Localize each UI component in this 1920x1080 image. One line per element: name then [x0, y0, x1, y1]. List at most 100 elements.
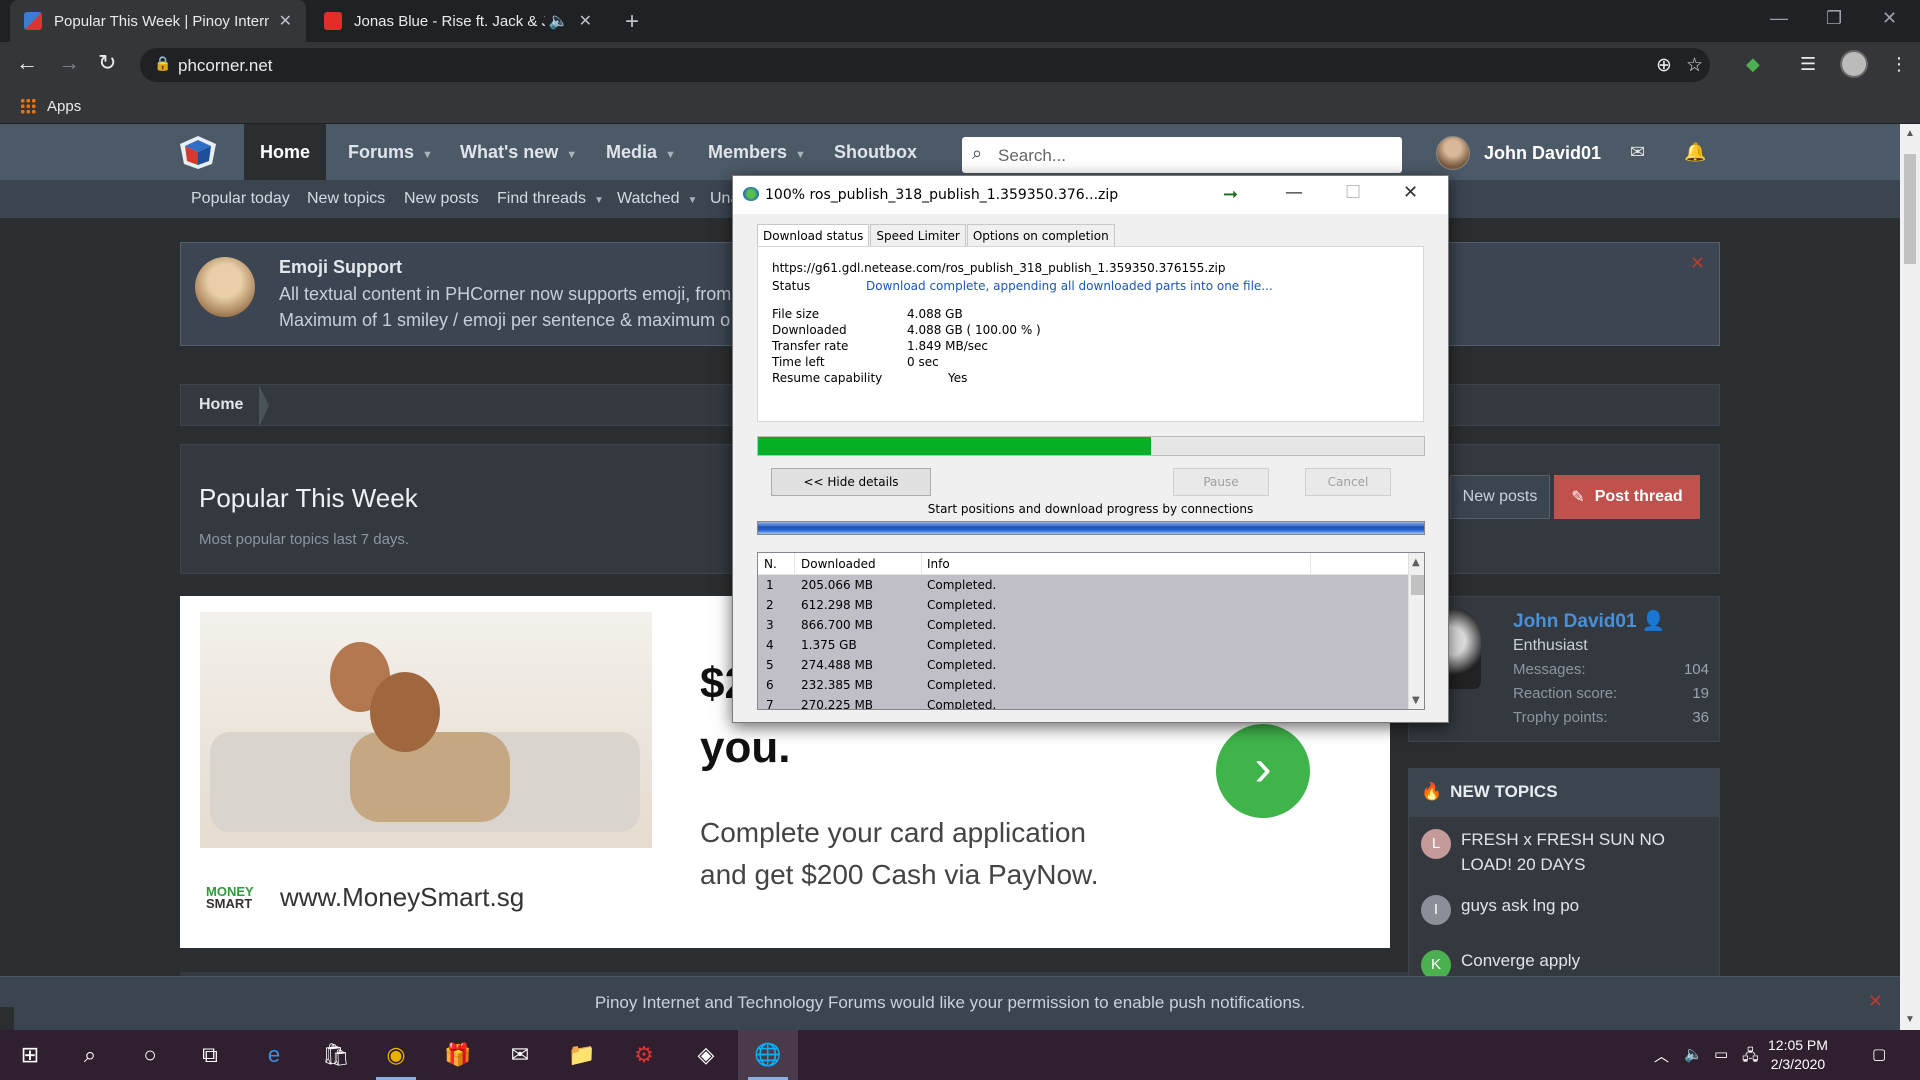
file-explorer-icon[interactable]: 📁 [552, 1030, 612, 1080]
reload-icon[interactable]: ↻ [98, 50, 116, 76]
subnav-watched[interactable]: Watched ▼ [617, 190, 697, 208]
table-row[interactable]: 6 232.385 MB Completed. [758, 675, 1408, 695]
scroll-thumb[interactable] [1411, 575, 1424, 595]
caret-down-icon[interactable]: ▼ [688, 195, 698, 206]
hide-details-button[interactable]: << Hide details [771, 468, 931, 496]
profile-avatar[interactable] [1840, 50, 1868, 78]
apps-grid-icon[interactable] [20, 98, 36, 114]
star-icon[interactable]: ☆ [1686, 54, 1703, 77]
topic-title[interactable]: FRESH x FRESH SUN NO LOAD! 20 DAYS [1461, 827, 1691, 877]
nav-whats-new[interactable]: What's new ▼ [444, 124, 593, 180]
close-dialog-icon[interactable]: ✕ [1403, 182, 1418, 203]
subnav-new-topics[interactable]: New topics [307, 190, 385, 208]
breadcrumb-home[interactable]: Home [199, 396, 243, 414]
network-icon[interactable]: 🖧 [1742, 1045, 1759, 1070]
nav-media[interactable]: Media ▼ [590, 124, 692, 180]
column-header[interactable]: Downloaded [801, 557, 876, 571]
windows-start-icon[interactable]: ⊞ [0, 1030, 60, 1080]
dialog-titlebar[interactable]: 100% ros_publish_318_publish_1.359350.37… [733, 176, 1448, 214]
close-notice-icon[interactable]: ✕ [1690, 253, 1705, 274]
tab-jonas-blue[interactable]: Jonas Blue - Rise ft. Jack & Ja 🔈 ✕ [310, 0, 606, 42]
topic-title[interactable]: guys ask lng po [1461, 893, 1691, 918]
inbox-icon[interactable]: ✉ [1630, 142, 1645, 163]
menu-icon[interactable]: ⋮ [1890, 54, 1908, 75]
media-control-icon[interactable]: ☰ [1800, 54, 1816, 75]
tab-popular-this-week[interactable]: Popular This Week | Pinoy Intern ✕ [10, 0, 306, 42]
topic-item[interactable]: I guys ask lng po [1421, 893, 1691, 925]
mute-icon[interactable]: 🔈 [549, 11, 569, 31]
page-scrollbar[interactable]: ▲ ▼ [1900, 124, 1920, 1030]
phcorner-logo[interactable] [178, 134, 218, 170]
caret-down-icon[interactable]: ▼ [795, 149, 806, 161]
task-view-icon[interactable]: ⧉ [180, 1030, 240, 1080]
caret-down-icon[interactable]: ▼ [665, 149, 676, 161]
account-menu[interactable]: John David01 [1436, 136, 1601, 170]
topic-item[interactable]: L FRESH x FRESH SUN NO LOAD! 20 DAYS [1421, 827, 1691, 877]
address-bar[interactable]: 🔒 phcorner.net ⊕ ☆ [140, 48, 1710, 82]
edge-icon[interactable]: e [244, 1030, 304, 1080]
cortana-icon[interactable]: ○ [120, 1030, 180, 1080]
user-card-name[interactable]: John David01 👤 [1513, 609, 1666, 633]
close-tab-icon[interactable]: ✕ [579, 11, 592, 31]
table-row[interactable]: 5 274.488 MB Completed. [758, 655, 1408, 675]
search-icon[interactable]: ⌕ [60, 1030, 120, 1080]
caret-down-icon[interactable]: ▼ [422, 149, 433, 161]
forum-search-input[interactable]: ⌕ Search... [962, 137, 1402, 173]
table-row[interactable]: 7 270.225 MB Completed. [758, 695, 1408, 709]
battery-icon[interactable]: ▭ [1714, 1045, 1728, 1063]
store-icon[interactable]: 🛍 [306, 1030, 366, 1080]
garena-icon[interactable]: ⚙ [614, 1030, 674, 1080]
bell-icon[interactable]: 🔔 [1684, 142, 1706, 163]
scroll-down-icon[interactable]: ▼ [1412, 695, 1420, 706]
post-thread-button[interactable]: ✎ Post thread [1554, 475, 1700, 519]
apps-bookmark[interactable]: Apps [47, 98, 81, 115]
system-clock[interactable]: 12:05 PM 2/3/2020 [1768, 1036, 1828, 1074]
volume-icon[interactable]: 🔈 [1684, 1045, 1703, 1063]
nav-forums[interactable]: Forums ▼ [332, 124, 449, 180]
close-tab-icon[interactable]: ✕ [279, 11, 292, 31]
caret-down-icon[interactable]: ▼ [594, 195, 604, 206]
connections-table[interactable]: N. Downloaded Info 1 205.066 MB Completed.… [757, 552, 1425, 710]
close-banner-icon[interactable]: ✕ [1868, 991, 1883, 1012]
nav-home[interactable]: Home [244, 124, 327, 180]
minimize-icon[interactable]: — [1285, 182, 1303, 203]
subnav-find-threads[interactable]: Find threads ▼ [497, 190, 604, 208]
table-row[interactable]: 4 1.375 GB Completed. [758, 635, 1408, 655]
table-row[interactable]: 2 612.298 MB Completed. [758, 595, 1408, 615]
mail-icon[interactable]: ✉ [490, 1030, 550, 1080]
show-hidden-icons-icon[interactable]: ︿ [1654, 1045, 1669, 1066]
new-posts-button[interactable]: New posts [1450, 475, 1550, 519]
chrome-icon[interactable]: ◉ [366, 1030, 426, 1080]
column-header[interactable]: Info [927, 557, 950, 571]
restore-icon[interactable]: ❐ [1826, 8, 1842, 29]
tab-download-status[interactable]: Download status [757, 224, 870, 247]
back-icon[interactable]: ← [16, 50, 38, 76]
notifications-icon[interactable]: ▢ [1872, 1045, 1886, 1063]
new-tab-icon[interactable]: + [625, 8, 639, 36]
ad-next-arrow-icon[interactable]: › [1216, 724, 1310, 818]
nav-shoutbox[interactable]: Shoutbox [818, 124, 933, 180]
nav-members[interactable]: Members ▼ [692, 124, 822, 180]
column-header[interactable]: N. [764, 557, 777, 571]
tab-options-on-completion[interactable]: Options on completion [966, 224, 1115, 247]
forward-icon[interactable]: → [58, 50, 80, 76]
idm-taskbar-icon[interactable]: 🌐 [738, 1030, 798, 1080]
add-icon[interactable]: ⊕ [1656, 54, 1672, 77]
extension-icon[interactable]: ◆ [1746, 54, 1760, 75]
subnav-popular-today[interactable]: Popular today [191, 190, 290, 208]
scroll-down-icon[interactable]: ▼ [1905, 1014, 1915, 1025]
scroll-up-icon[interactable]: ▲ [1905, 128, 1915, 139]
game-app-icon[interactable]: ◈ [676, 1030, 736, 1080]
minimize-icon[interactable]: — [1770, 8, 1788, 29]
tab-speed-limiter[interactable]: Speed Limiter [870, 224, 966, 247]
topic-item[interactable]: K Converge apply [1421, 948, 1691, 978]
gift-app-icon[interactable]: 🎁 [428, 1030, 488, 1080]
topic-title[interactable]: Converge apply [1461, 948, 1691, 973]
close-window-icon[interactable]: ✕ [1882, 8, 1897, 29]
table-scrollbar[interactable]: ▲ ▼ [1408, 553, 1424, 709]
caret-down-icon[interactable]: ▼ [566, 149, 577, 161]
scroll-up-icon[interactable]: ▲ [1412, 557, 1420, 568]
subnav-new-posts[interactable]: New posts [404, 190, 479, 208]
table-row[interactable]: 3 866.700 MB Completed. [758, 615, 1408, 635]
table-row[interactable]: 1 205.066 MB Completed. [758, 575, 1408, 595]
